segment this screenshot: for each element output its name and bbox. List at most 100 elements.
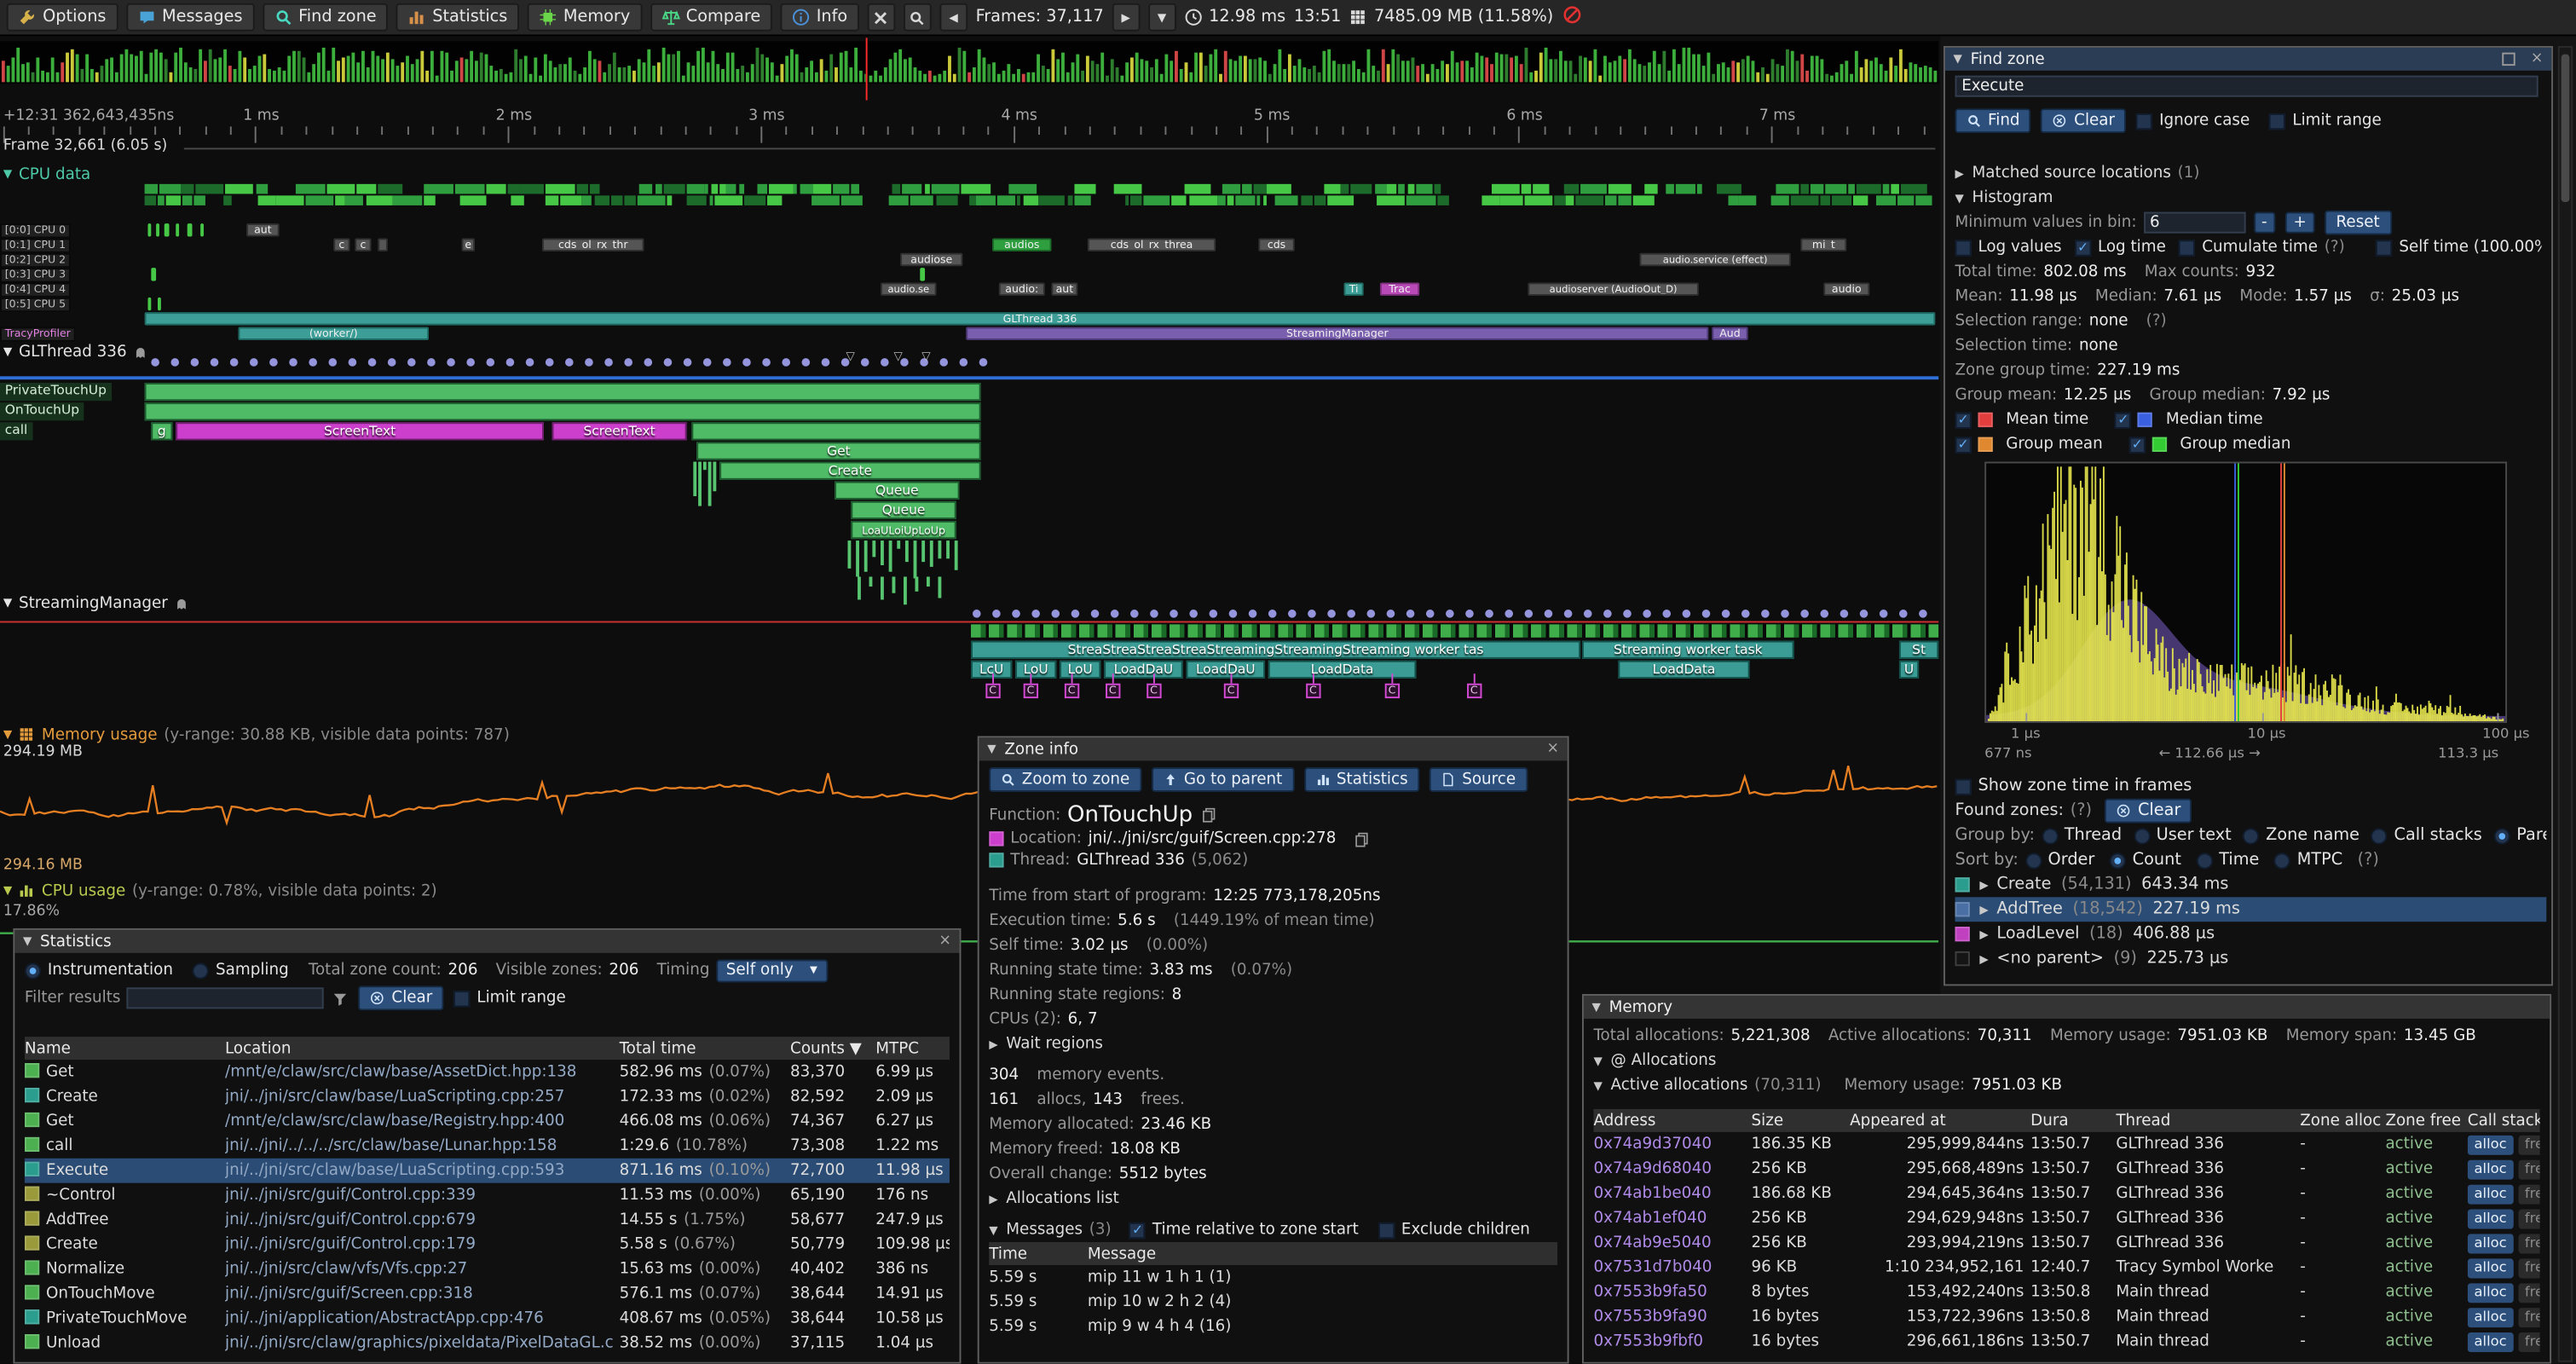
group-by-parent-radio[interactable] xyxy=(2493,827,2510,843)
mode-instrumentation-radio[interactable] xyxy=(25,962,41,978)
cpu-zone-segment[interactable] xyxy=(165,223,170,236)
histogram-section[interactable]: ▼Histogram xyxy=(1955,186,2541,211)
streaming-header-collapse-icon[interactable]: ▼ xyxy=(3,597,12,610)
message-mark[interactable]: C xyxy=(1306,684,1320,698)
found-zone-group-row[interactable]: ▶AddTree(18,542)227.19 ms xyxy=(1955,897,2546,922)
zone-bar[interactable] xyxy=(145,383,981,401)
find-zone-histogram[interactable] xyxy=(1984,462,2507,723)
show-zone-time-checkbox-checkbox[interactable] xyxy=(1955,778,1971,795)
zone-bar[interactable]: Create xyxy=(719,462,980,480)
group-by-thread[interactable]: Thread xyxy=(2042,826,2122,844)
cpu-zone-segment[interactable]: audio xyxy=(1823,282,1869,295)
column-header-call-stack[interactable]: Call stack xyxy=(2468,1112,2540,1130)
found-zones-clear-button[interactable]: Clear xyxy=(2105,799,2192,824)
cpu-zone-segment[interactable]: StreamingManager xyxy=(966,327,1708,340)
allocation-row[interactable]: 0x74ab9e5040256 KB293,994,219ns13:50.7GL… xyxy=(1593,1231,2539,1256)
group-by-user-text-radio[interactable] xyxy=(2134,827,2150,843)
option-cumulate-time-checkbox[interactable] xyxy=(2179,239,2195,255)
statistics-table-row[interactable]: AddTreejni/../jni/src/guif/Control.cpp:6… xyxy=(25,1208,950,1233)
show-zone-time-checkbox[interactable]: Show zone time in frames xyxy=(1955,777,2192,795)
cpu-zone-segment[interactable] xyxy=(147,298,151,310)
zone-button-statistics[interactable]: Statistics xyxy=(1303,766,1419,791)
zone-info-titlebar[interactable]: ▼ Zone info × xyxy=(979,737,1568,760)
free-callstack-button[interactable]: free xyxy=(2518,1233,2539,1252)
alloc-callstack-button[interactable]: alloc xyxy=(2468,1233,2514,1252)
found-zone-group-row[interactable]: ▶Create(54,131)643.34 ms xyxy=(1955,872,2546,897)
cpu-zone-segment[interactable]: audio: xyxy=(999,282,1045,295)
toolbar-button-options[interactable]: Options xyxy=(7,3,118,32)
cpu-zone-segment[interactable]: cds xyxy=(1258,238,1294,251)
message-marker[interactable]: ▽ xyxy=(921,350,930,363)
free-callstack-button[interactable]: free xyxy=(2518,1307,2539,1326)
glthread-header-collapse-icon[interactable]: ▼ xyxy=(3,345,12,358)
cpu-zone-segment[interactable]: e xyxy=(462,238,475,251)
allocation-row[interactable]: 0x74a9d37040186.35 KB295,999,844ns13:50.… xyxy=(1593,1132,2539,1157)
zone-bar[interactable]: Get xyxy=(696,442,980,459)
mode-sampling-radio[interactable] xyxy=(193,962,209,978)
alloc-callstack-button[interactable]: alloc xyxy=(2468,1184,2514,1204)
stats-clear-button[interactable]: Clear xyxy=(359,985,444,1010)
streaming-header[interactable]: ▼StreamingManager xyxy=(3,593,189,613)
stats-limit-range-checkbox[interactable] xyxy=(453,990,470,1006)
cpu-zone-segment[interactable] xyxy=(200,223,204,236)
sort-by-mtpc-radio[interactable] xyxy=(2274,852,2290,868)
found-zone-group-row[interactable]: ▶<no parent>(9)225.73 µs xyxy=(1955,946,2546,971)
free-callstack-button[interactable]: free xyxy=(2518,1184,2539,1204)
message-mark[interactable]: C xyxy=(1146,684,1160,698)
legend-median-time[interactable]: ✓Median time xyxy=(2115,411,2263,429)
column-header-counts[interactable]: Counts ▼ xyxy=(790,1039,875,1057)
option-log-time-checkbox[interactable]: ✓ xyxy=(2075,239,2091,255)
streaming-zone-bar[interactable]: St xyxy=(1899,641,1938,659)
option-self-time--checkbox[interactable] xyxy=(2376,239,2392,255)
zone-button-go-to-parent[interactable]: Go to parent xyxy=(1151,766,1293,791)
cpu-zone-segment[interactable] xyxy=(188,223,193,236)
column-header-appeared-at[interactable]: Appeared at xyxy=(1850,1112,2030,1130)
zone-bar[interactable]: g xyxy=(151,422,172,440)
option-log-values-checkbox[interactable] xyxy=(1955,239,1971,255)
column-header-time[interactable]: Time xyxy=(989,1245,1088,1263)
cpu-zone-segment[interactable] xyxy=(378,238,388,251)
sort-by-order-radio[interactable] xyxy=(2025,852,2042,868)
active-allocations-section[interactable]: ▼Active allocations(70,311)Memory usage:… xyxy=(1593,1073,2539,1098)
messages-section[interactable]: ▼Messages(3)✓Time relative to zone start… xyxy=(989,1217,1557,1242)
allocation-row[interactable]: 0x74a9d68040256 KB295,668,489ns13:50.7GL… xyxy=(1593,1157,2539,1182)
cpu-zone-segment[interactable]: audiose xyxy=(900,253,962,266)
vertical-scrollbar[interactable] xyxy=(2558,46,2573,1362)
find-zone-titlebar[interactable]: ▼ Find zone × xyxy=(1945,48,2551,71)
cpu-zone-segment[interactable]: (worker/) xyxy=(238,327,429,340)
column-header-address[interactable]: Address xyxy=(1593,1112,1751,1130)
message-mark[interactable]: C xyxy=(1106,684,1119,698)
column-header-location[interactable]: Location xyxy=(225,1039,620,1057)
zone-button-source[interactable]: Source xyxy=(1430,766,1528,791)
messages-relative-checkbox[interactable]: ✓Time relative to zone start xyxy=(1129,1221,1359,1239)
cpu-zone-segment[interactable]: audio.service (effect) xyxy=(1639,253,1790,266)
close-icon[interactable]: × xyxy=(939,933,951,950)
memory-usage-chart[interactable] xyxy=(0,754,1938,856)
sort-by-count[interactable]: Count xyxy=(2110,851,2181,869)
statistics-table-row[interactable]: PrivateTouchMovejni/../jni/application/A… xyxy=(25,1306,950,1331)
cpu-zone-segment[interactable]: cds_ol_rx_threa xyxy=(1088,238,1216,251)
min-bin-input[interactable]: 6 xyxy=(2143,212,2244,234)
zone-bar[interactable]: LoaULoiUpLoUp xyxy=(851,521,956,539)
statistics-table-row[interactable]: OnTouchMovejni/../jni/src/guif/Screen.cp… xyxy=(25,1281,950,1306)
allocation-row[interactable]: 0x7531d7b04096 KB1:10 234,952,16112:40.7… xyxy=(1593,1255,2539,1280)
free-callstack-button[interactable]: free xyxy=(2518,1257,2539,1277)
zone-bar[interactable] xyxy=(691,422,980,440)
min-bin-increase-button[interactable]: + xyxy=(2285,212,2315,234)
cpu-zone-segment[interactable]: audios xyxy=(992,238,1051,251)
message-mark[interactable]: C xyxy=(1224,684,1238,698)
close-icon[interactable]: × xyxy=(1546,741,1559,757)
glthread-header[interactable]: ▼GLThread 336 xyxy=(3,342,148,361)
cpu-zone-segment[interactable] xyxy=(158,298,161,310)
find-zone-query-input[interactable]: Execute xyxy=(1955,76,2538,97)
streaming-zone-bar[interactable]: LoU xyxy=(1015,661,1056,679)
group-by-zone-name[interactable]: Zone name xyxy=(2243,826,2359,844)
allocation-row[interactable]: 0x7553b9fa9016 bytes153,722,396ns13:50.8… xyxy=(1593,1304,2539,1329)
frames-next-button[interactable]: ▶ xyxy=(1112,3,1140,32)
zone-bar[interactable]: ScreenText xyxy=(176,422,544,440)
toolbar-zoom-button[interactable] xyxy=(904,3,932,32)
ignore-case-checkbox[interactable]: Ignore case xyxy=(2136,112,2250,130)
scrollbar-thumb[interactable] xyxy=(2562,55,2570,202)
cpu-zone-segment[interactable] xyxy=(147,223,151,236)
legend-group-mean[interactable]: ✓Group mean xyxy=(1955,436,2102,454)
